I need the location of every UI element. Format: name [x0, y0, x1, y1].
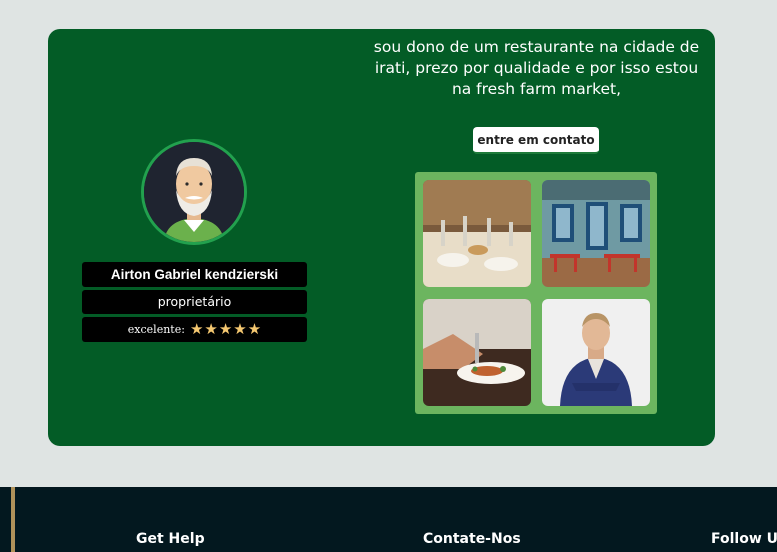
reviewer-name: Airton Gabriel kendzierski [82, 262, 307, 287]
photo-gallery [415, 172, 657, 414]
rating-stars: ★ ★ ★ ★ ★ [190, 322, 261, 337]
contact-button[interactable]: entre em contato [473, 127, 599, 154]
footer-heading-contact: Contate-Nos [423, 531, 521, 547]
footer-accent-bar [11, 487, 15, 552]
footer-heading-follow-us: Follow Us [711, 531, 777, 547]
reviewer-role: proprietário [82, 290, 307, 314]
chef-plating-photo [423, 299, 531, 406]
rating: excelente: ★ ★ ★ ★ ★ [82, 317, 307, 342]
footer: Get Help Contate-Nos Follow Us [0, 487, 777, 552]
footer-heading-get-help: Get Help [136, 531, 205, 547]
rating-label: excelente: [127, 323, 185, 336]
star-icon: ★ [204, 320, 218, 338]
star-icon: ★ [218, 320, 233, 338]
star-icon: ★ [233, 320, 247, 338]
star-icon: ★ [189, 320, 204, 338]
elderly-man-avatar-icon [144, 142, 244, 242]
businessman-portrait-photo [542, 299, 650, 406]
testimonial-quote: sou dono de um restaurante na cidade de … [373, 38, 700, 98]
restaurant-facade-photo [542, 180, 650, 287]
restaurant-table-photo [423, 180, 531, 287]
avatar [141, 139, 247, 245]
star-icon: ★ [247, 320, 262, 338]
